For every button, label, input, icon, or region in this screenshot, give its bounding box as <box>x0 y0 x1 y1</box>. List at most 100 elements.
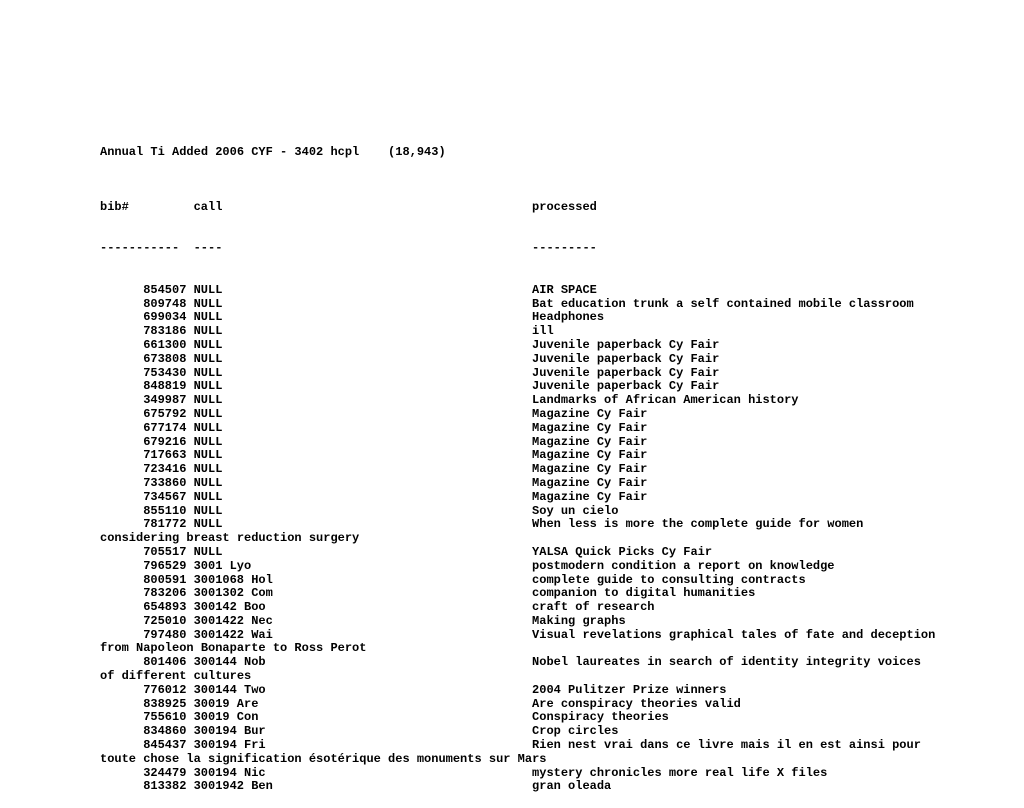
cell-call: NULL <box>194 491 532 505</box>
cell-bib: 661300 <box>100 339 186 353</box>
cell-call: 30019 Con <box>194 711 532 725</box>
cell-bib: 673808 <box>100 353 186 367</box>
cell-processed: ill <box>532 325 554 339</box>
cell-bib: 675792 <box>100 408 186 422</box>
cell-bib: 781772 <box>100 518 186 532</box>
table-row: 675792 NULLMagazine Cy Fair <box>100 408 1024 422</box>
cell-call: 300194 Fri <box>194 739 532 753</box>
cell-call: 300142 Boo <box>194 601 532 615</box>
cell-call: NULL <box>194 353 532 367</box>
rule-bib: ----------- <box>100 242 186 256</box>
table-row: 776012 300144 Two2004 Pulitzer Prize win… <box>100 684 1024 698</box>
cell-call: NULL <box>194 284 532 298</box>
cell-processed: Juvenile paperback Cy Fair <box>532 367 719 381</box>
table-row: 725010 3001422 NecMaking graphs <box>100 615 1024 629</box>
cell-processed: Are conspiracy theories valid <box>532 698 741 712</box>
cell-bib: 723416 <box>100 463 186 477</box>
table-row: 723416 NULLMagazine Cy Fair <box>100 463 1024 477</box>
cell-call: NULL <box>194 505 532 519</box>
table-row: 324479 300194 Nicmystery chronicles more… <box>100 767 1024 781</box>
cell-call: NULL <box>194 463 532 477</box>
header-processed: processed <box>532 201 597 215</box>
cell-processed: 2004 Pulitzer Prize winners <box>532 684 726 698</box>
report-page: Annual Ti Added 2006 CYF - 3402 hcpl (18… <box>0 0 1024 791</box>
cell-processed: Magazine Cy Fair <box>532 491 647 505</box>
header-call: call <box>194 201 532 215</box>
cell-bib: 813382 <box>100 780 186 794</box>
cell-processed: craft of research <box>532 601 654 615</box>
cell-call: 30019 Are <box>194 698 532 712</box>
cell-processed: Soy un cielo <box>532 505 618 519</box>
table-row: 838925 30019 AreAre conspiracy theories … <box>100 698 1024 712</box>
cell-processed: Magazine Cy Fair <box>532 449 647 463</box>
cell-processed: Juvenile paperback Cy Fair <box>532 353 719 367</box>
cell-call: NULL <box>194 380 532 394</box>
table-row: 349987 NULLLandmarks of African American… <box>100 394 1024 408</box>
table-row: 848819 NULLJuvenile paperback Cy Fair <box>100 380 1024 394</box>
cell-processed: mystery chronicles more real life X file… <box>532 767 827 781</box>
cell-call: 300144 Two <box>194 684 532 698</box>
cell-processed: postmodern condition a report on knowled… <box>532 560 834 574</box>
cell-processed: Juvenile paperback Cy Fair <box>532 380 719 394</box>
cell-bib: 800591 <box>100 574 186 588</box>
rule-call: ---- <box>194 242 532 256</box>
cell-bib: 677174 <box>100 422 186 436</box>
table-row: 755610 30019 ConConspiracy theories <box>100 711 1024 725</box>
table-row: 705517 NULLYALSA Quick Picks Cy Fair <box>100 546 1024 560</box>
cell-bib: 796529 <box>100 560 186 574</box>
cell-bib: 654893 <box>100 601 186 615</box>
cell-bib: 797480 <box>100 629 186 643</box>
cell-bib: 783206 <box>100 587 186 601</box>
report-title: Annual Ti Added 2006 CYF - 3402 hcpl (18… <box>100 146 1024 160</box>
cell-bib: 845437 <box>100 739 186 753</box>
cell-call: NULL <box>194 449 532 463</box>
cell-call: NULL <box>194 394 532 408</box>
table-row: 783206 3001302 Comcompanion to digital h… <box>100 587 1024 601</box>
cell-call: NULL <box>194 311 532 325</box>
cell-processed: When less is more the complete guide for… <box>532 518 863 532</box>
cell-bib: 776012 <box>100 684 186 698</box>
cell-bib: 699034 <box>100 311 186 325</box>
cell-bib: 705517 <box>100 546 186 560</box>
cell-processed: Visual revelations graphical tales of fa… <box>532 629 935 643</box>
cell-call: NULL <box>194 477 532 491</box>
cell-processed: complete guide to consulting contracts <box>532 574 806 588</box>
table-row: 855110 NULLSoy un cielo <box>100 505 1024 519</box>
cell-bib: 834860 <box>100 725 186 739</box>
cell-processed: Making graphs <box>532 615 626 629</box>
cell-processed: Nobel laureates in search of identity in… <box>532 656 921 670</box>
cell-call: 300194 Bur <box>194 725 532 739</box>
cell-call: NULL <box>194 518 532 532</box>
cell-call: 3001302 Com <box>194 587 532 601</box>
cell-call: NULL <box>194 408 532 422</box>
table-row: 796529 3001 Lyopostmodern condition a re… <box>100 560 1024 574</box>
wrapped-line: toute chose la signification ésotérique … <box>100 753 1024 767</box>
table-row: 813382 3001942 Bengran oleada <box>100 780 1024 794</box>
table-row: 699034 NULLHeadphones <box>100 311 1024 325</box>
rows-container: 854507 NULLAIR SPACE809748 NULLBat educa… <box>100 284 1024 794</box>
cell-call: 3001422 Nec <box>194 615 532 629</box>
cell-processed: YALSA Quick Picks Cy Fair <box>532 546 712 560</box>
table-row: 800591 3001068 Holcomplete guide to cons… <box>100 574 1024 588</box>
cell-bib: 733860 <box>100 477 186 491</box>
column-headers: bib# callprocessed <box>100 201 1024 215</box>
table-row: 845437 300194 FriRien nest vrai dans ce … <box>100 739 1024 753</box>
cell-call: NULL <box>194 325 532 339</box>
cell-processed: Magazine Cy Fair <box>532 436 647 450</box>
cell-call: NULL <box>194 546 532 560</box>
cell-bib: 854507 <box>100 284 186 298</box>
table-row: 717663 NULLMagazine Cy Fair <box>100 449 1024 463</box>
cell-call: NULL <box>194 422 532 436</box>
cell-call: 3001068 Hol <box>194 574 532 588</box>
cell-call: 300194 Nic <box>194 767 532 781</box>
table-row: 753430 NULLJuvenile paperback Cy Fair <box>100 367 1024 381</box>
table-row: 834860 300194 BurCrop circles <box>100 725 1024 739</box>
cell-bib: 801406 <box>100 656 186 670</box>
table-row: 733860 NULLMagazine Cy Fair <box>100 477 1024 491</box>
cell-processed: Landmarks of African American history <box>532 394 798 408</box>
cell-processed: Conspiracy theories <box>532 711 669 725</box>
table-row: 783186 NULLill <box>100 325 1024 339</box>
cell-bib: 725010 <box>100 615 186 629</box>
cell-processed: Magazine Cy Fair <box>532 477 647 491</box>
cell-bib: 848819 <box>100 380 186 394</box>
